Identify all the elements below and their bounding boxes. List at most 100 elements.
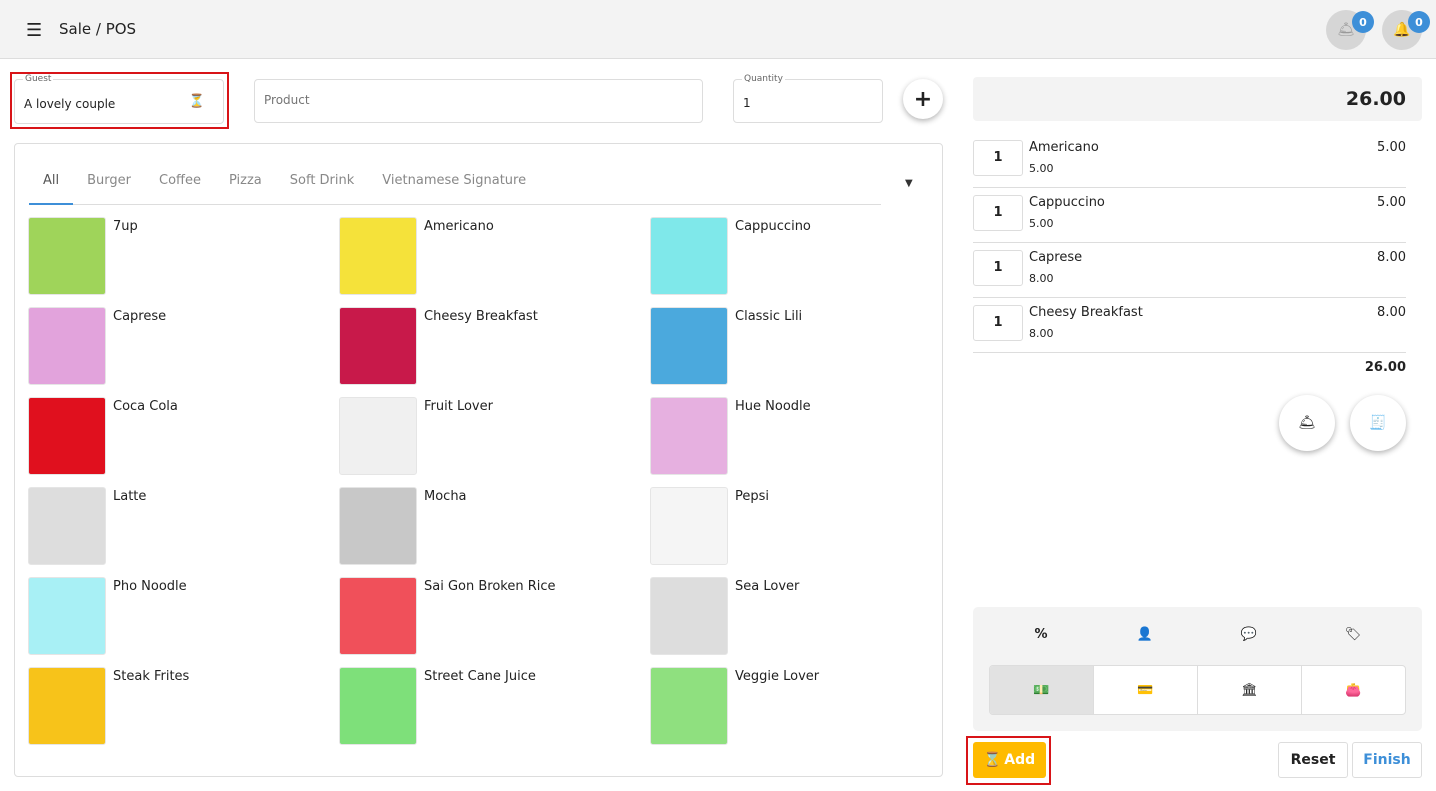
caret-down-icon[interactable]: ▼ [905,178,913,189]
product-item[interactable]: Americano [339,217,639,297]
product-name: Caprese [113,309,167,324]
tab-vietnamese-signature[interactable]: Vietnamese Signature [368,172,540,205]
product-item[interactable]: Hue Noodle [650,397,950,477]
product-item[interactable]: Coca Cola [28,397,328,477]
header: ☰ Sale / POS 🛎 0 🔔 0 [0,0,1436,59]
menu-icon[interactable]: ☰ [26,20,42,41]
product-name: Sai Gon Broken Rice [424,579,556,594]
order-options: % 👤 💬 🏷 💵 💳 🏛 👛 [973,607,1422,731]
line-quantity[interactable]: 1 [973,140,1023,176]
product-item[interactable]: Sea Lover [650,577,950,657]
category-tabs: All Burger Coffee Pizza Soft Drink Vietnamese… [29,172,881,205]
badge: 0 [1408,11,1430,33]
product-image [339,307,417,385]
product-name: Street Cane Juice [424,669,536,684]
product-input[interactable] [264,93,664,107]
product-item[interactable]: Caprese [28,307,328,387]
user-icon[interactable]: 👤 [1093,627,1197,642]
product-name: Sea Lover [735,579,800,594]
wallet-button[interactable]: 👛 [1302,666,1405,714]
line-quantity[interactable]: 1 [973,305,1023,341]
product-name: Fruit Lover [424,399,493,414]
product-field[interactable] [254,79,703,123]
guest-label: Guest [23,74,54,84]
bank-button[interactable]: 🏛 [1198,666,1302,714]
line-quantity[interactable]: 1 [973,250,1023,286]
product-item[interactable]: Pepsi [650,487,950,567]
receipt-button[interactable]: 🧾 [1350,395,1406,451]
product-item[interactable]: Street Cane Juice [339,667,639,747]
payment-methods: 💵 💳 🏛 👛 [989,665,1406,715]
order-line[interactable]: 1 Caprese 8.00 8.00 [973,243,1406,298]
product-image [28,667,106,745]
product-image [28,577,106,655]
line-price: 5.00 [1029,217,1054,230]
tab-all[interactable]: All [29,172,74,205]
line-quantity[interactable]: 1 [973,195,1023,231]
product-item[interactable]: Pho Noodle [28,577,328,657]
product-image [339,667,417,745]
service-bell-icon: 🛎 [1298,415,1316,431]
product-image [339,577,417,655]
tab-burger[interactable]: Burger [73,172,145,205]
discount-icon[interactable]: % [989,627,1093,642]
quantity-value: 1 [743,96,751,110]
order-line[interactable]: 1 Cappuccino 5.00 5.00 [973,188,1406,243]
tab-coffee[interactable]: Coffee [145,172,215,205]
order-total: 26.00 [973,77,1422,121]
product-item[interactable]: Mocha [339,487,639,567]
total-value: 26.00 [1345,88,1406,110]
product-image [339,487,417,565]
line-total: 8.00 [1377,305,1406,320]
tab-pizza[interactable]: Pizza [215,172,276,205]
product-item[interactable]: 7up [28,217,328,297]
tab-soft-drink[interactable]: Soft Drink [276,172,369,205]
product-image [28,217,106,295]
add-product-button[interactable]: + [903,79,943,119]
hourglass-icon[interactable]: ⏳ [189,94,205,109]
product-image [650,487,728,565]
line-total: 8.00 [1377,250,1406,265]
product-item[interactable]: Latte [28,487,328,567]
product-item[interactable]: Steak Frites [28,667,328,747]
product-name: Classic Lili [735,309,803,324]
line-name: Cheesy Breakfast [1029,305,1143,320]
product-name: Latte [113,489,147,504]
card-button[interactable]: 💳 [1094,666,1198,714]
quantity-label: Quantity [742,74,785,84]
product-image [650,397,728,475]
product-panel: All Burger Coffee Pizza Soft Drink Vietnamese… [14,143,943,777]
product-image [650,307,728,385]
service-bell-button[interactable]: 🛎 0 [1326,10,1374,50]
badge: 0 [1352,11,1374,33]
product-image [28,487,106,565]
product-item[interactable]: Fruit Lover [339,397,639,477]
guest-value: A lovely couple [24,97,116,111]
product-item[interactable]: Classic Lili [650,307,950,387]
comment-icon[interactable]: 💬 [1197,627,1301,642]
line-name: Cappuccino [1029,195,1105,210]
finish-button[interactable]: Finish [1352,742,1422,778]
receipt-icon: 🧾 [1369,415,1387,431]
tag-icon[interactable]: 🏷 [1301,627,1405,642]
product-name: 7up [113,219,138,234]
plus-icon: + [913,86,933,112]
product-item[interactable]: Sai Gon Broken Rice [339,577,639,657]
product-name: Pho Noodle [113,579,187,594]
product-item[interactable]: Cappuccino [650,217,950,297]
guest-field[interactable]: Guest A lovely couple ⏳ [14,74,224,124]
product-item[interactable]: Veggie Lover [650,667,950,747]
product-image [339,217,417,295]
product-item[interactable]: Cheesy Breakfast [339,307,639,387]
reset-button[interactable]: Reset [1278,742,1348,778]
add-button[interactable]: ⌛ Add [973,742,1046,778]
notification-button[interactable]: 🔔 0 [1382,10,1430,50]
order-line[interactable]: 1 Americano 5.00 5.00 [973,133,1406,188]
quantity-field[interactable]: Quantity 1 [733,74,883,123]
line-price: 8.00 [1029,272,1054,285]
serve-button[interactable]: 🛎 [1279,395,1335,451]
order-line[interactable]: 1 Cheesy Breakfast 8.00 8.00 [973,298,1406,353]
cash-button[interactable]: 💵 [990,666,1094,714]
product-name: Americano [424,219,494,234]
credit-card-icon: 💳 [1137,682,1154,698]
